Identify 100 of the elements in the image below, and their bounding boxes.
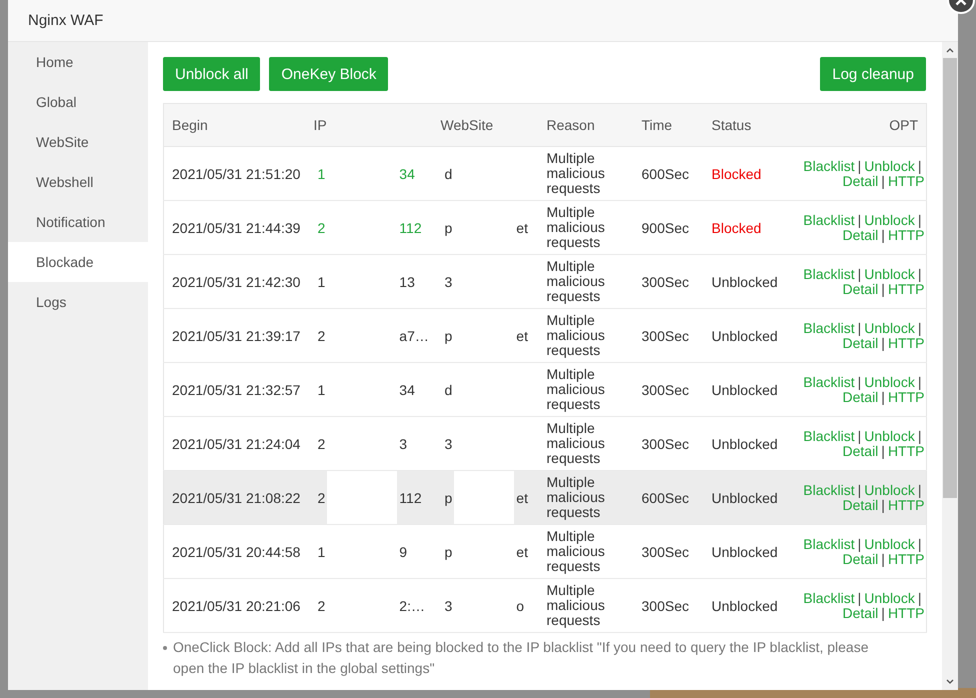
table-row[interactable]: 2021/05/31 20:21:06 2 2:… 3 o Multiple malicious requests 300Sec Unblocked Blacklist | Unblock | Detail | HTTP xyxy=(164,578,926,632)
separator: | xyxy=(858,212,862,228)
action-button[interactable]: Log cleanup xyxy=(820,57,926,91)
action-link[interactable]: Detail xyxy=(842,498,878,512)
sidebar-item[interactable]: Logs xyxy=(8,282,148,322)
action-link[interactable]: Unblock xyxy=(864,374,915,390)
table-cell: 1 xyxy=(318,544,326,560)
action-link[interactable]: Unblock xyxy=(864,482,915,498)
sidebar-item[interactable]: Global xyxy=(8,82,148,122)
table-row[interactable]: 2021/05/31 21:42:30 1 13 3 Multiple malicious requests 300Sec Unblocked Blacklist | Unblock | Detail | HTTP xyxy=(164,254,926,308)
action-link[interactable]: Detail xyxy=(842,336,878,350)
action-link[interactable]: Unblock xyxy=(864,536,915,552)
table-cell: d xyxy=(444,166,452,182)
table-row[interactable]: 2021/05/31 21:32:57 1 34 d Multiple malicious requests 300Sec Unblocked Blacklist | Unblock | Detail | HTTP xyxy=(164,362,926,416)
action-link[interactable]: Detail xyxy=(842,390,878,404)
table-cell: 2021/05/31 21:39:17 xyxy=(172,328,300,344)
action-link[interactable]: HTTP xyxy=(888,552,924,566)
table-cell: 2021/05/31 21:44:39 xyxy=(172,220,300,236)
status-text: Unblocked xyxy=(712,274,778,290)
action-link[interactable]: HTTP xyxy=(888,336,924,350)
table-row[interactable]: 2021/05/31 21:51:20 1 34 d Multiple malicious requests 600Sec Blocked Blacklist | Unblock | Detail | HTTP xyxy=(164,146,926,200)
action-link[interactable]: Detail xyxy=(842,552,878,566)
table-cell: p xyxy=(444,490,452,506)
table-row[interactable]: 2021/05/31 21:44:39 2 112 p et Multiple malicious requests 900Sec Blocked Blacklist | Unblock | Detail | HTTP xyxy=(164,200,926,254)
separator: | xyxy=(858,158,862,174)
scroll-down-icon[interactable] xyxy=(946,679,954,685)
table-cell: p xyxy=(444,544,452,560)
action-link[interactable]: Blacklist xyxy=(803,536,855,552)
table-cell: et xyxy=(516,220,528,236)
action-link[interactable]: Blacklist xyxy=(803,320,855,336)
table-cell: 112 xyxy=(399,490,422,506)
table-cell: 13 xyxy=(399,274,415,290)
separator: | xyxy=(858,428,862,444)
action-link[interactable]: Unblock xyxy=(864,212,915,228)
status-text: Unblocked xyxy=(712,490,778,506)
action-link[interactable]: HTTP xyxy=(888,444,924,458)
sidebar-item[interactable]: Blockade xyxy=(8,242,148,282)
table-cell: 2:… xyxy=(399,598,425,614)
separator: | xyxy=(881,334,885,350)
action-link[interactable]: Detail xyxy=(842,174,878,188)
action-link[interactable]: Detail xyxy=(842,606,878,620)
table-row[interactable]: 2021/05/31 21:39:17 2 a7… p et Multiple malicious requests 300Sec Unblocked Blacklist | Unblock | Detail | HTTP xyxy=(164,308,926,362)
action-link[interactable]: HTTP xyxy=(888,282,924,296)
scrollbar[interactable] xyxy=(942,42,958,690)
action-link[interactable]: HTTP xyxy=(888,174,924,188)
column-header: WebSite xyxy=(440,117,494,133)
tip-text: OneClick Block: Add all IPs that are being blocked to the IP blacklist "If you need to query the IP blacklist, please open the IP blacklist in the global settings" xyxy=(173,638,870,678)
table-cell: 600Sec xyxy=(642,166,689,182)
table-cell: 600Sec xyxy=(642,490,689,506)
sidebar-item[interactable]: Notification xyxy=(8,202,148,242)
action-link[interactable]: HTTP xyxy=(888,228,924,242)
sidebar-item[interactable]: Webshell xyxy=(8,162,148,202)
action-link[interactable]: Blacklist xyxy=(803,482,855,498)
table-cell: o xyxy=(516,598,524,614)
sidebar-item[interactable]: WebSite xyxy=(8,122,148,162)
action-link[interactable]: Blacklist xyxy=(803,158,855,174)
column-header: OPT xyxy=(889,117,918,133)
scroll-up-icon[interactable] xyxy=(946,47,954,53)
action-link[interactable]: Unblock xyxy=(864,590,915,606)
table-cell: 3 xyxy=(444,436,452,452)
action-link[interactable]: HTTP xyxy=(888,498,924,512)
table-cell: 2021/05/31 21:24:04 xyxy=(172,436,300,452)
action-link[interactable]: Blacklist xyxy=(803,212,855,228)
table-row[interactable]: 2021/05/31 21:08:22 2 112 p et Multiple malicious requests 600Sec Unblocked Blacklist | Unblock | Detail | HTTP xyxy=(164,470,926,524)
sidebar-item[interactable]: Home xyxy=(8,42,148,82)
action-link[interactable]: Detail xyxy=(842,444,878,458)
separator: | xyxy=(881,280,885,296)
separator: | xyxy=(918,158,922,174)
table-cell: 34 xyxy=(399,382,415,398)
status-text: Blocked xyxy=(712,220,762,236)
action-button[interactable]: OneKey Block xyxy=(269,57,388,91)
action-link[interactable]: Blacklist xyxy=(803,428,855,444)
table-cell: 2 xyxy=(318,490,326,506)
column-header: Begin xyxy=(172,117,208,133)
action-link[interactable]: Unblock xyxy=(864,320,915,336)
separator: | xyxy=(918,320,922,336)
action-link[interactable]: Detail xyxy=(842,282,878,296)
action-link[interactable]: HTTP xyxy=(888,390,924,404)
action-button[interactable]: Unblock all xyxy=(163,57,260,91)
table-cell-text: Multiple malicious requests xyxy=(546,151,606,196)
action-link[interactable]: Blacklist xyxy=(803,590,855,606)
action-link[interactable]: Detail xyxy=(842,228,878,242)
status-text: Unblocked xyxy=(712,598,778,614)
table-cell: 300Sec xyxy=(642,382,689,398)
table-cell: 2021/05/31 20:21:06 xyxy=(172,598,300,614)
separator: | xyxy=(881,604,885,620)
action-link[interactable]: Unblock xyxy=(864,266,915,282)
separator: | xyxy=(881,550,885,566)
table-row[interactable]: 2021/05/31 20:44:58 1 9 p et Multiple malicious requests 300Sec Unblocked Blacklist | Unblock | Detail | HTTP xyxy=(164,524,926,578)
table-cell-text: Multiple malicious requests xyxy=(546,421,606,466)
table-cell: p xyxy=(444,328,452,344)
action-link[interactable]: Unblock xyxy=(864,158,915,174)
table-row[interactable]: 2021/05/31 21:24:04 2 3 3 Multiple malicious requests 300Sec Unblocked Blacklist | Unblock | Detail | HTTP xyxy=(164,416,926,470)
action-link[interactable]: Blacklist xyxy=(803,266,855,282)
table-cell: 2021/05/31 21:32:57 xyxy=(172,382,300,398)
separator: | xyxy=(881,172,885,188)
action-link[interactable]: HTTP xyxy=(888,606,924,620)
separator: | xyxy=(858,374,862,390)
action-link[interactable]: Blacklist xyxy=(803,374,855,390)
action-link[interactable]: Unblock xyxy=(864,428,915,444)
